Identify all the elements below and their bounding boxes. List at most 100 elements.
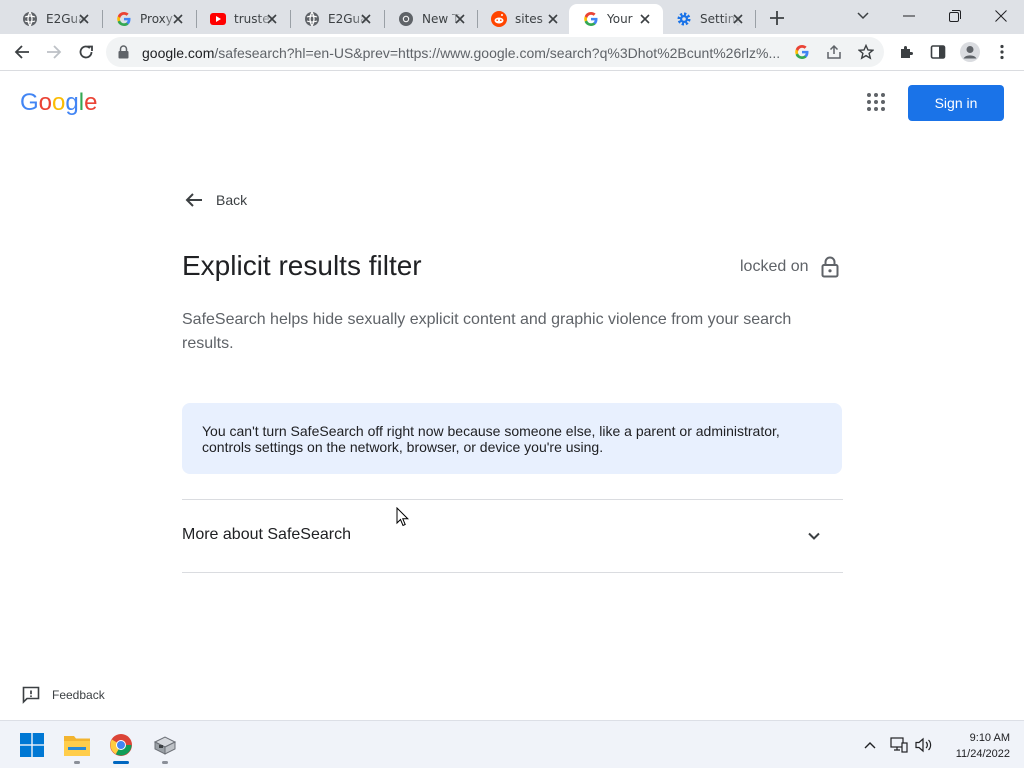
google-apps-button[interactable] xyxy=(864,90,888,114)
back-nav-button[interactable] xyxy=(8,38,36,66)
back-label: Back xyxy=(216,192,248,208)
running-indicator xyxy=(74,761,80,764)
url-text: google.com/safesearch?hl=en-US&prev=http… xyxy=(142,45,782,61)
plus-icon xyxy=(770,11,784,25)
browser-tab[interactable]: trusted xyxy=(196,4,290,34)
browser-tab-active[interactable]: Your xyxy=(569,4,663,34)
logo-letter: o xyxy=(38,89,53,116)
reload-button[interactable] xyxy=(72,38,100,66)
restore-button[interactable] xyxy=(932,0,978,32)
logo-letter: G xyxy=(20,89,39,116)
feedback-link[interactable]: Feedback xyxy=(22,686,105,704)
clock-date: 11/24/2022 xyxy=(955,748,1010,760)
google-icon xyxy=(116,11,132,27)
divider xyxy=(182,499,843,500)
mouse-cursor xyxy=(396,506,410,532)
browser-tab[interactable]: sites xyxy=(477,4,571,34)
chevron-down-icon xyxy=(808,532,820,540)
network-icon[interactable] xyxy=(885,729,913,761)
youtube-icon xyxy=(210,11,226,27)
close-tab-icon[interactable] xyxy=(452,11,468,27)
avatar-icon xyxy=(960,42,980,62)
new-tab-button[interactable] xyxy=(765,6,789,30)
logo-wordmark: Google xyxy=(20,89,97,116)
google-icon xyxy=(583,11,599,27)
forward-nav-button[interactable] xyxy=(40,38,68,66)
close-tab-icon[interactable] xyxy=(76,11,92,27)
browser-tab[interactable]: E2Guardian xyxy=(290,4,384,34)
google-logo[interactable]: Google xyxy=(20,89,97,117)
reload-icon xyxy=(79,45,93,59)
browser-tab[interactable]: Settings xyxy=(662,4,756,34)
close-icon xyxy=(995,10,1007,22)
more-about-safesearch[interactable]: More about SafeSearch xyxy=(182,526,351,544)
close-tab-icon[interactable] xyxy=(170,11,186,27)
close-tab-icon[interactable] xyxy=(545,11,561,27)
divider xyxy=(182,572,843,573)
file-explorer-icon[interactable] xyxy=(61,729,93,761)
url-path: /safesearch?hl=en-US&prev=https://www.go… xyxy=(214,45,781,61)
chevron-up-icon[interactable] xyxy=(855,729,885,761)
back-link[interactable]: Back xyxy=(182,188,247,212)
description: SafeSearch helps hide sexually explicit … xyxy=(182,311,792,352)
address-bar[interactable]: google.com/safesearch?hl=en-US&prev=http… xyxy=(106,37,884,67)
running-indicator xyxy=(162,761,168,764)
globe-icon xyxy=(22,11,38,27)
chrome-icon[interactable] xyxy=(105,729,137,761)
reddit-icon xyxy=(491,11,507,27)
side-panel-icon xyxy=(930,45,946,59)
extensions-button[interactable] xyxy=(892,38,920,66)
settings-icon xyxy=(676,11,692,27)
browser-tab[interactable]: New Tab xyxy=(384,4,478,34)
page-title: Explicit results filter xyxy=(182,250,422,281)
restore-icon xyxy=(949,10,961,22)
arrow-right-icon xyxy=(47,45,62,59)
sign-in-button[interactable]: Sign in xyxy=(908,85,1004,121)
feedback-icon xyxy=(22,686,40,704)
close-tab-icon[interactable] xyxy=(637,11,653,27)
globe-icon xyxy=(304,11,320,27)
arrow-back-icon xyxy=(185,193,202,207)
app-icon[interactable] xyxy=(149,729,181,761)
lock-icon[interactable] xyxy=(118,45,129,64)
browser-tab[interactable]: E2Guardian xyxy=(8,4,102,34)
profile-button[interactable] xyxy=(956,38,984,66)
apps-grid-icon xyxy=(867,93,885,111)
chrome-icon xyxy=(398,11,414,27)
browser-tab[interactable]: Proxy xyxy=(102,4,196,34)
clock-time: 9:10 AM xyxy=(969,732,1010,744)
chrome-menu-button[interactable] xyxy=(988,38,1016,66)
minimize-icon xyxy=(903,15,915,17)
tab-separator xyxy=(755,10,756,28)
tab-strip: E2Guardian Proxy trusted E2Guardian New … xyxy=(0,0,1024,34)
lock-icon xyxy=(821,256,838,278)
taskbar: 9:10 AM 11/24/2022 xyxy=(0,720,1024,768)
close-tab-icon[interactable] xyxy=(730,11,746,27)
active-indicator xyxy=(113,761,129,764)
locked-status: locked on xyxy=(740,256,839,278)
browser-toolbar: google.com/safesearch?hl=en-US&prev=http… xyxy=(0,34,1024,71)
side-panel-button[interactable] xyxy=(924,38,952,66)
minimize-button[interactable] xyxy=(886,0,932,32)
google-lens-icon[interactable] xyxy=(792,42,812,62)
close-tab-icon[interactable] xyxy=(358,11,374,27)
tab-search-button[interactable] xyxy=(840,0,886,32)
locked-label: locked on xyxy=(740,258,809,275)
volume-icon[interactable] xyxy=(910,729,938,761)
expand-button[interactable] xyxy=(804,526,824,546)
url-host: google.com xyxy=(142,45,215,61)
logo-letter: g xyxy=(65,89,79,116)
share-icon[interactable] xyxy=(824,42,844,62)
logo-letter: o xyxy=(52,89,66,116)
system-clock[interactable]: 9:10 AM 11/24/2022 xyxy=(940,730,1010,762)
logo-letter: e xyxy=(84,89,98,116)
more-vert-icon xyxy=(1000,44,1004,60)
close-window-button[interactable] xyxy=(978,0,1024,32)
windows-start-icon[interactable] xyxy=(16,729,48,761)
chevron-down-icon xyxy=(857,12,869,20)
bookmark-star-icon[interactable] xyxy=(856,42,876,62)
arrow-left-icon xyxy=(14,45,29,59)
locked-notice: You can't turn SafeSearch off right now … xyxy=(182,403,842,474)
close-tab-icon[interactable] xyxy=(264,11,280,27)
puzzle-icon xyxy=(901,46,913,58)
